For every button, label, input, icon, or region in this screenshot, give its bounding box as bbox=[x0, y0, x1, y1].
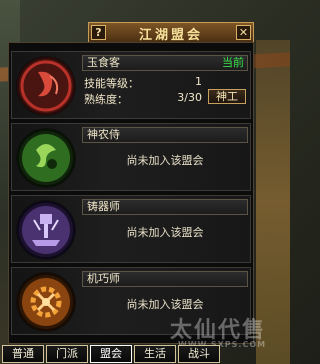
close-button[interactable]: ✕ bbox=[236, 25, 251, 40]
profession-status: 尚未加入该盟会 bbox=[126, 154, 204, 167]
profession-name-bar: 神农侍 bbox=[82, 127, 248, 143]
skill-level-value: 1 bbox=[195, 75, 202, 88]
profession-name-bar: 铸器师 bbox=[82, 199, 248, 215]
profession-status: 尚未加入该盟会 bbox=[126, 226, 204, 239]
skill-level-label: 技能等级： bbox=[84, 77, 139, 90]
profession-name-bar: 玉食客 当前 bbox=[82, 55, 248, 71]
profession-status: 尚未加入该盟会 bbox=[126, 298, 204, 311]
profession-name: 铸器师 bbox=[87, 200, 120, 213]
profession-card-yushike[interactable]: 玉食客 当前 技能等级： 1 熟练度： 3/30 神工 bbox=[11, 51, 251, 119]
green-swirl-emblem-icon bbox=[16, 128, 76, 188]
proficiency-label: 熟练度： bbox=[84, 93, 128, 106]
window-title: 江湖盟会 bbox=[138, 28, 203, 43]
tab-guild[interactable]: 盟会 bbox=[90, 345, 132, 363]
window-title-bar[interactable]: ? 江湖盟会 ✕ bbox=[88, 22, 254, 43]
profession-card-shennongshi[interactable]: 神农侍 尚未加入该盟会 bbox=[11, 123, 251, 191]
craft-button[interactable]: 神工 bbox=[208, 89, 246, 104]
current-profession-badge: 当前 bbox=[222, 56, 244, 69]
profession-card-zhuqishi[interactable]: 铸器师 尚未加入该盟会 bbox=[11, 195, 251, 263]
red-dragon-emblem-icon bbox=[16, 56, 76, 116]
tab-life[interactable]: 生活 bbox=[134, 345, 176, 363]
profession-name: 神农侍 bbox=[87, 128, 120, 141]
profession-name-bar: 机巧师 bbox=[82, 271, 248, 287]
profession-panel: 玉食客 当前 技能等级： 1 熟练度： 3/30 神工 神农侍 尚未加入该盟会 bbox=[8, 42, 254, 344]
tab-battle[interactable]: 战斗 bbox=[178, 345, 220, 363]
tab-general[interactable]: 普通 bbox=[2, 345, 44, 363]
orange-gear-emblem-icon bbox=[16, 272, 76, 332]
tab-sect[interactable]: 门派 bbox=[46, 345, 88, 363]
proficiency-value: 3/30 bbox=[177, 91, 202, 104]
purple-forge-emblem-icon bbox=[16, 200, 76, 260]
profession-name: 玉食客 bbox=[87, 56, 120, 69]
profession-name: 机巧师 bbox=[87, 272, 120, 285]
